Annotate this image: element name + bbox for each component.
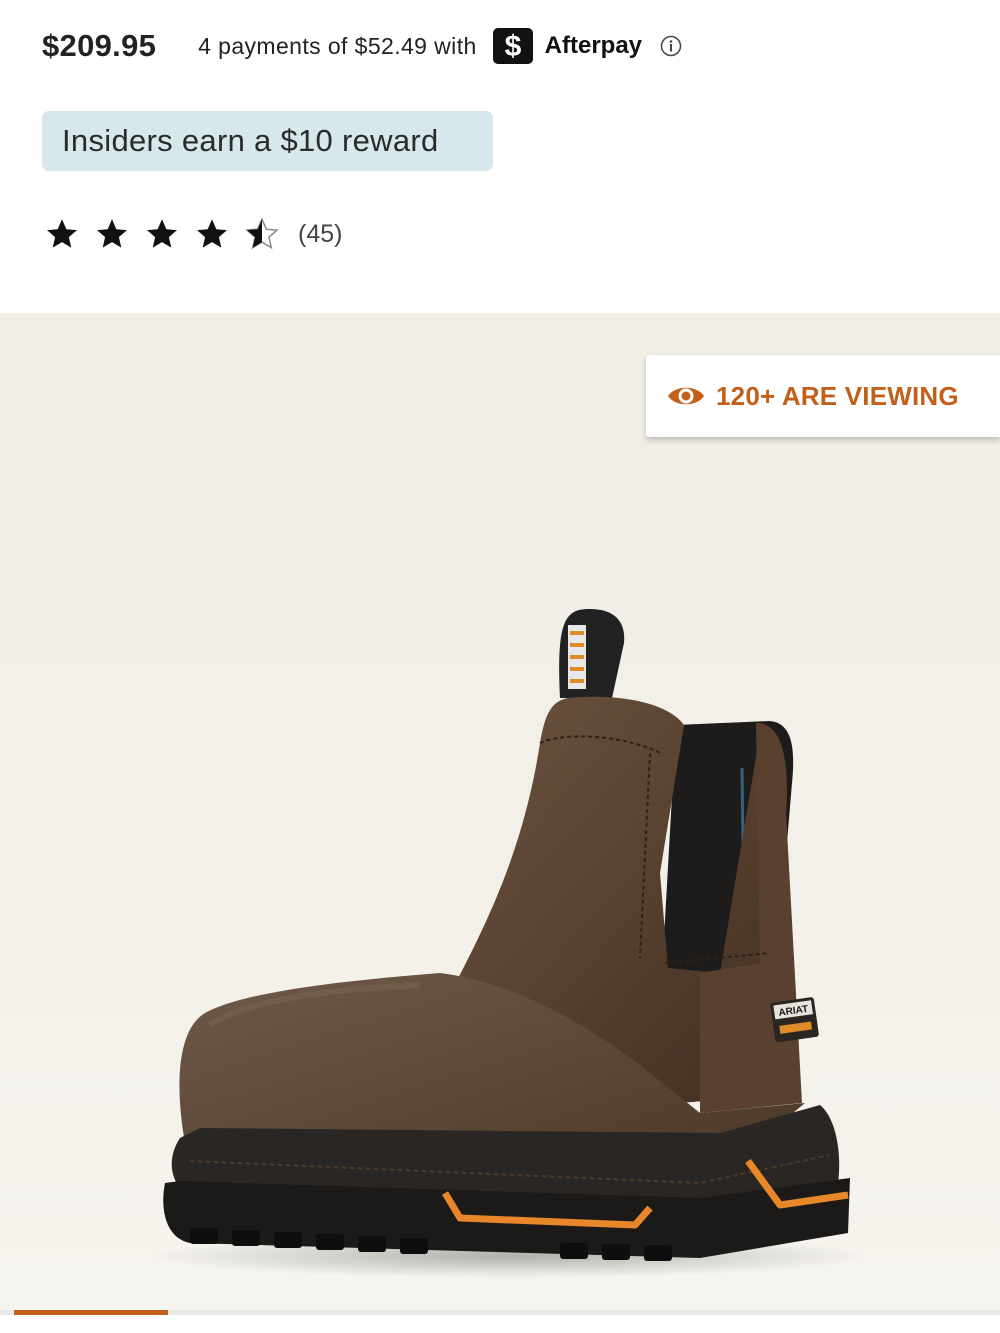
eye-icon <box>668 387 704 405</box>
viewers-count-text: 120+ ARE VIEWING <box>716 380 959 411</box>
review-count[interactable]: (45) <box>298 220 342 249</box>
gallery-progress-track <box>0 1310 1000 1315</box>
insider-reward-badge[interactable]: Insiders earn a $10 reward <box>42 111 493 171</box>
afterpay-logo-glyph: $ <box>504 30 521 62</box>
afterpay-name: Afterpay <box>544 32 643 59</box>
viewers-count-badge: 120+ ARE VIEWING <box>646 355 1000 437</box>
product-price: $209.95 <box>42 28 157 63</box>
product-page: $209.95 4 payments of $52.49 with $ Afte… <box>0 0 1000 1333</box>
info-icon[interactable] <box>660 35 682 57</box>
afterpay-logo-icon: $ <box>492 28 533 64</box>
star-rating[interactable]: (45) <box>44 212 342 256</box>
star-full-icon <box>147 219 177 248</box>
product-image-gallery[interactable]: ARIAT 120+ ARE VIEWING <box>0 313 1000 1310</box>
star-half-icon <box>245 217 279 250</box>
insider-reward-text: Insiders earn a $10 reward <box>62 123 439 158</box>
star-full-icon <box>197 219 227 248</box>
afterpay-installment-text: 4 payments of $52.49 with <box>198 32 477 59</box>
gallery-progress-fill <box>14 1310 168 1315</box>
star-full-icon <box>97 219 127 248</box>
price-row: $209.95 4 payments of $52.49 with $ Afte… <box>42 24 682 68</box>
star-full-icon <box>47 219 77 248</box>
product-image: ARIAT <box>150 609 870 1278</box>
